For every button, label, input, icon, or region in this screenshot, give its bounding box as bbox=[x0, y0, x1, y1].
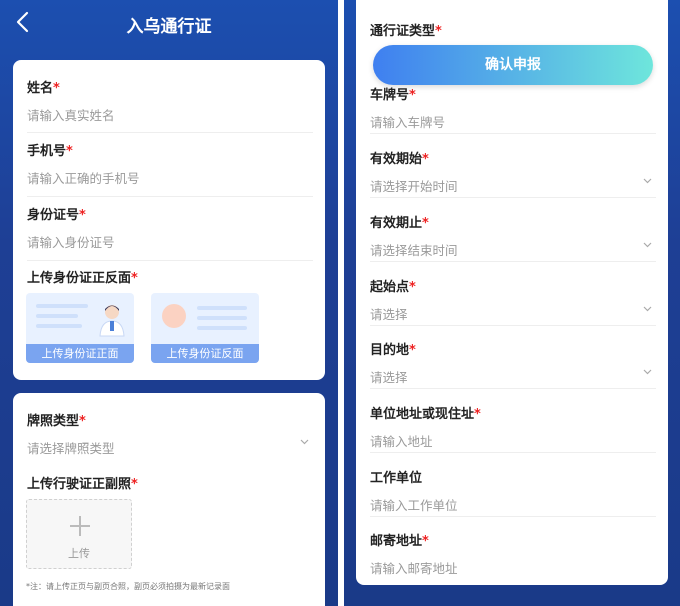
upload-id-back-label: 上传身份证反面 bbox=[151, 344, 259, 363]
required-mark: * bbox=[66, 144, 73, 159]
valid-start-select[interactable]: 请选择开始时间 bbox=[370, 176, 656, 195]
valid-start-label: 有效期始 bbox=[370, 152, 423, 167]
name-field[interactable]: 姓名* 请输入真实姓名 bbox=[27, 77, 313, 133]
required-mark: * bbox=[422, 152, 429, 167]
chevron-down-icon bbox=[643, 178, 652, 184]
id-avatar-icon bbox=[99, 305, 125, 337]
required-mark: * bbox=[131, 271, 138, 286]
address-label: 单位地址或现住址 bbox=[370, 407, 475, 422]
divider bbox=[370, 197, 656, 198]
valid-end-field[interactable]: 有效期止* 请选择结束时间 bbox=[370, 212, 656, 262]
id-upload-label: 上传身份证正反面 bbox=[27, 271, 132, 286]
divider bbox=[370, 388, 656, 389]
chevron-down-icon bbox=[643, 306, 652, 312]
phone-input[interactable]: 请输入正确的手机号 bbox=[27, 168, 313, 187]
destination-field[interactable]: 目的地* 请选择 bbox=[370, 339, 656, 389]
id-line bbox=[197, 306, 247, 310]
work-unit-input[interactable]: 请输入工作单位 bbox=[370, 495, 656, 514]
required-mark: * bbox=[409, 88, 416, 103]
id-line bbox=[197, 316, 247, 320]
personal-info-card: 姓名* 请输入真实姓名 手机号* 请输入正确的手机号 身份证号* 请输入身份证号… bbox=[13, 60, 325, 380]
pass-type-field[interactable]: 通行证类型* bbox=[370, 20, 656, 39]
id-line bbox=[197, 326, 247, 330]
plus-icon bbox=[70, 516, 90, 536]
upload-note: *注：请上传正页与副页合照，副页必须拍摄为最新记录面 bbox=[26, 582, 230, 591]
name-input[interactable]: 请输入真实姓名 bbox=[27, 105, 313, 124]
valid-end-select[interactable]: 请选择结束时间 bbox=[370, 240, 656, 259]
chevron-down-icon bbox=[643, 242, 652, 248]
id-number-field[interactable]: 身份证号* 请输入身份证号 bbox=[27, 204, 313, 261]
upload-license-button[interactable]: 上传 bbox=[26, 499, 132, 569]
emblem-icon bbox=[162, 304, 186, 328]
required-mark: * bbox=[422, 216, 429, 231]
origin-label: 起始点 bbox=[370, 280, 410, 295]
phone-label: 手机号 bbox=[27, 144, 67, 159]
valid-end-label: 有效期止 bbox=[370, 216, 423, 231]
vehicle-info-card: 牌照类型* 请选择牌照类型 上传行驶证正副照* 上传 *注：请上传正页与副页合照… bbox=[13, 393, 325, 606]
id-number-input[interactable]: 请输入身份证号 bbox=[27, 232, 313, 251]
top-bar: 入乌通行证 bbox=[0, 0, 338, 46]
address-input[interactable]: 请输入地址 bbox=[370, 431, 656, 450]
id-line bbox=[36, 314, 78, 318]
required-mark: * bbox=[79, 208, 86, 223]
required-mark: * bbox=[474, 407, 481, 422]
id-number-label: 身份证号 bbox=[27, 208, 80, 223]
plate-number-input[interactable]: 请输入车牌号 bbox=[370, 112, 656, 131]
phone-field[interactable]: 手机号* 请输入正确的手机号 bbox=[27, 140, 313, 197]
work-unit-label: 工作单位 bbox=[370, 471, 423, 486]
upload-caption: 上传 bbox=[68, 547, 90, 560]
mailing-address-label: 邮寄地址 bbox=[370, 534, 423, 549]
divider bbox=[27, 132, 313, 133]
address-field[interactable]: 单位地址或现住址* 请输入地址 bbox=[370, 403, 656, 453]
divider bbox=[370, 261, 656, 262]
divider bbox=[370, 516, 656, 517]
divider bbox=[370, 452, 656, 453]
name-label: 姓名 bbox=[27, 81, 54, 96]
license-upload-label: 上传行驶证正副照 bbox=[27, 477, 132, 492]
valid-start-field[interactable]: 有效期始* 请选择开始时间 bbox=[370, 148, 656, 198]
destination-label: 目的地 bbox=[370, 343, 410, 358]
divider bbox=[370, 133, 656, 134]
mailing-address-input[interactable]: 请输入邮寄地址 bbox=[370, 558, 656, 577]
work-unit-field[interactable]: 工作单位 请输入工作单位 bbox=[370, 467, 656, 517]
required-mark: * bbox=[409, 343, 416, 358]
pass-type-label: 通行证类型 bbox=[370, 24, 436, 39]
divider bbox=[27, 260, 313, 261]
chevron-down-icon bbox=[643, 369, 652, 375]
page-title: 入乌通行证 bbox=[126, 17, 212, 37]
plate-number-label: 车牌号 bbox=[370, 88, 410, 103]
plate-type-select[interactable]: 请选择牌照类型 bbox=[27, 438, 313, 457]
id-upload-field: 上传身份证正反面* bbox=[27, 267, 313, 286]
chevron-down-icon bbox=[300, 439, 309, 445]
upload-id-back-button[interactable]: 上传身份证反面 bbox=[151, 293, 259, 363]
required-mark: * bbox=[79, 414, 86, 429]
required-mark: * bbox=[53, 81, 60, 96]
application-form-card: 通行证类型* 车牌号* 请输入车牌号 有效期始* 请选择开始时间 有效期止* 请… bbox=[356, 0, 668, 585]
license-upload-field: 上传行驶证正副照* bbox=[27, 473, 313, 492]
id-line bbox=[36, 324, 82, 328]
required-mark: * bbox=[422, 534, 429, 549]
origin-field[interactable]: 起始点* 请选择 bbox=[370, 276, 656, 326]
destination-select[interactable]: 请选择 bbox=[370, 367, 656, 386]
id-line bbox=[36, 304, 88, 308]
divider bbox=[370, 325, 656, 326]
plate-type-label: 牌照类型 bbox=[27, 414, 80, 429]
plate-type-field[interactable]: 牌照类型* 请选择牌照类型 bbox=[27, 410, 313, 457]
mailing-address-field[interactable]: 邮寄地址* 请输入邮寄地址 bbox=[370, 530, 656, 577]
required-mark: * bbox=[131, 477, 138, 492]
divider bbox=[27, 196, 313, 197]
plate-number-field[interactable]: 车牌号* 请输入车牌号 bbox=[370, 84, 656, 134]
left-screen: 入乌通行证 姓名* 请输入真实姓名 手机号* 请输入正确的手机号 身份证号* 请… bbox=[0, 0, 338, 606]
required-mark: * bbox=[435, 24, 442, 39]
required-mark: * bbox=[409, 280, 416, 295]
origin-select[interactable]: 请选择 bbox=[370, 304, 656, 323]
confirm-declare-button[interactable]: 确认申报 bbox=[373, 45, 653, 85]
upload-id-front-label: 上传身份证正面 bbox=[26, 344, 134, 363]
upload-id-front-button[interactable]: 上传身份证正面 bbox=[26, 293, 134, 363]
